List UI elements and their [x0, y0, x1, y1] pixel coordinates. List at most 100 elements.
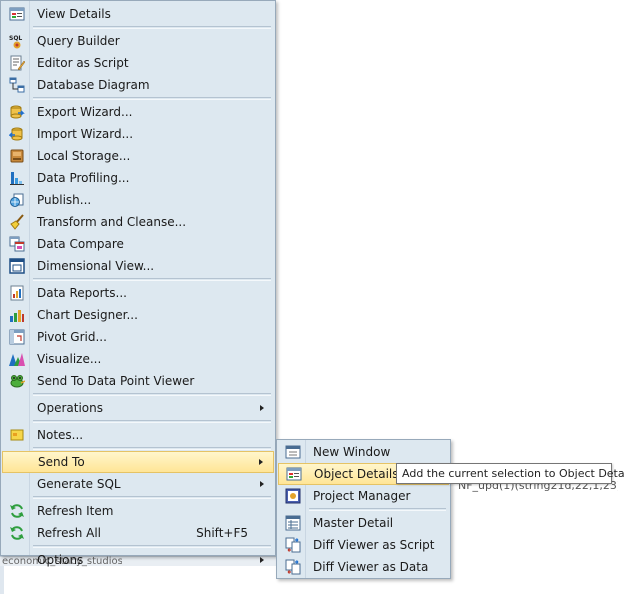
menu-item-label: Project Manager	[313, 489, 411, 503]
svg-text:SQL: SQL	[9, 35, 22, 42]
submenu-arrow-icon	[259, 459, 263, 465]
submenu-arrow-icon	[260, 557, 264, 563]
context-menu: View Details SQL Query Builder Editor as…	[0, 0, 276, 567]
menu-item-label: Master Detail	[313, 516, 394, 530]
menu-separator	[33, 420, 271, 423]
menu-item-label: Diff Viewer as Data	[313, 560, 429, 574]
menu-item-notes[interactable]: Notes...	[1, 424, 275, 446]
menu-item-label: Query Builder	[37, 34, 120, 48]
export-icon	[9, 104, 25, 120]
menu-item-export-wizard[interactable]: Export Wizard...	[1, 101, 275, 123]
refresh-icon	[9, 525, 25, 541]
menu-item-send-to-data-point-viewer[interactable]: Send To Data Point Viewer	[1, 370, 275, 392]
menu-item-dimensional-view[interactable]: Dimensional View...	[1, 255, 275, 277]
publish-icon	[9, 192, 25, 208]
sql-icon: SQL	[9, 33, 25, 49]
menu-separator	[33, 393, 271, 396]
menu-item-label: Data Compare	[37, 237, 124, 251]
menu-item-label: Operations	[37, 401, 103, 415]
submenu-item-master-detail[interactable]: Master Detail	[277, 512, 450, 534]
menu-item-transform-and-cleanse[interactable]: Transform and Cleanse...	[1, 211, 275, 233]
menu-item-label: Options	[37, 553, 84, 567]
submenu-item-new-window[interactable]: New Window	[277, 441, 450, 463]
diff-icon	[285, 537, 301, 553]
broom-icon	[9, 214, 25, 230]
submenu-arrow-icon	[260, 405, 264, 411]
menu-item-data-profiling[interactable]: Data Profiling...	[1, 167, 275, 189]
menu-item-label: Database Diagram	[37, 78, 150, 92]
import-icon	[9, 126, 25, 142]
menu-item-label: View Details	[37, 7, 111, 21]
chart-icon	[9, 307, 25, 323]
frog-icon	[9, 373, 25, 389]
menu-separator	[33, 97, 271, 100]
submenu-item-project-manager[interactable]: Project Manager	[277, 485, 450, 507]
menu-item-data-compare[interactable]: Data Compare	[1, 233, 275, 255]
menu-item-label: Data Profiling...	[37, 171, 130, 185]
submenu-item-diff-viewer-as-data[interactable]: Diff Viewer as Data	[277, 556, 450, 578]
menu-item-query-builder[interactable]: SQL Query Builder	[1, 30, 275, 52]
menu-separator	[33, 545, 271, 548]
menu-item-publish[interactable]: Publish...	[1, 189, 275, 211]
menu-item-label: Export Wizard...	[37, 105, 133, 119]
menu-separator	[33, 26, 271, 29]
menu-item-database-diagram[interactable]: Database Diagram	[1, 74, 275, 96]
menu-item-chart-designer[interactable]: Chart Designer...	[1, 304, 275, 326]
menu-item-label: Object Details	[314, 467, 399, 481]
pivot-icon	[9, 329, 25, 345]
menu-item-label: Notes...	[37, 428, 84, 442]
menu-item-refresh-all[interactable]: Refresh All Shift+F5	[1, 522, 275, 544]
visualize-icon	[9, 351, 25, 367]
menu-item-label: Publish...	[37, 193, 92, 207]
menu-item-label: Local Storage...	[37, 149, 131, 163]
refresh-icon	[9, 503, 25, 519]
report-icon	[9, 285, 25, 301]
menu-item-label: Editor as Script	[37, 56, 129, 70]
menu-separator	[33, 278, 271, 281]
diagram-icon	[9, 77, 25, 93]
view-details-icon	[9, 6, 25, 22]
menu-item-local-storage[interactable]: Local Storage...	[1, 145, 275, 167]
menu-item-label: Refresh Item	[37, 504, 114, 518]
master-detail-icon	[285, 515, 301, 531]
menu-item-label: Send To Data Point Viewer	[37, 374, 195, 388]
menu-item-data-reports[interactable]: Data Reports...	[1, 282, 275, 304]
note-icon	[9, 427, 25, 443]
menu-item-label: Transform and Cleanse...	[37, 215, 187, 229]
menu-item-editor-as-script[interactable]: Editor as Script	[1, 52, 275, 74]
menu-item-generate-sql[interactable]: Generate SQL	[1, 473, 275, 495]
menu-item-import-wizard[interactable]: Import Wizard...	[1, 123, 275, 145]
menu-item-label: Data Reports...	[37, 286, 127, 300]
menu-item-label: Visualize...	[37, 352, 102, 366]
menu-item-label: Chart Designer...	[37, 308, 138, 322]
menu-item-shortcut: Shift+F5	[196, 526, 248, 540]
project-icon	[285, 488, 301, 504]
menu-separator	[33, 447, 271, 450]
menu-item-label: Import Wizard...	[37, 127, 134, 141]
menu-item-label: New Window	[313, 445, 391, 459]
send-to-submenu: New Window Object Details Project Manage…	[276, 439, 451, 579]
menu-item-view-details[interactable]: View Details	[1, 3, 275, 25]
menu-separator	[309, 508, 446, 511]
diff-icon	[285, 559, 301, 575]
submenu-arrow-icon	[260, 481, 264, 487]
menu-item-operations[interactable]: Operations	[1, 397, 275, 419]
menu-item-label: Refresh All	[37, 526, 102, 540]
menu-item-visualize[interactable]: Visualize...	[1, 348, 275, 370]
menu-item-label: Dimensional View...	[37, 259, 155, 273]
menu-item-label: Pivot Grid...	[37, 330, 107, 344]
window-icon	[285, 444, 301, 460]
submenu-item-diff-viewer-as-script[interactable]: Diff Viewer as Script	[277, 534, 450, 556]
tooltip: Add the current selection to Object Deta…	[396, 463, 624, 484]
menu-item-label: Diff Viewer as Script	[313, 538, 435, 552]
menu-item-options[interactable]: Options	[1, 549, 275, 571]
menu-item-refresh-item[interactable]: Refresh Item	[1, 500, 275, 522]
profiling-icon	[9, 170, 25, 186]
storage-icon	[9, 148, 25, 164]
script-editor-icon	[9, 55, 25, 71]
dimensional-icon	[9, 258, 25, 274]
menu-item-label: Send To	[38, 455, 85, 469]
menu-item-pivot-grid[interactable]: Pivot Grid...	[1, 326, 275, 348]
menu-item-send-to[interactable]: Send To	[2, 451, 274, 473]
compare-icon	[9, 236, 25, 252]
